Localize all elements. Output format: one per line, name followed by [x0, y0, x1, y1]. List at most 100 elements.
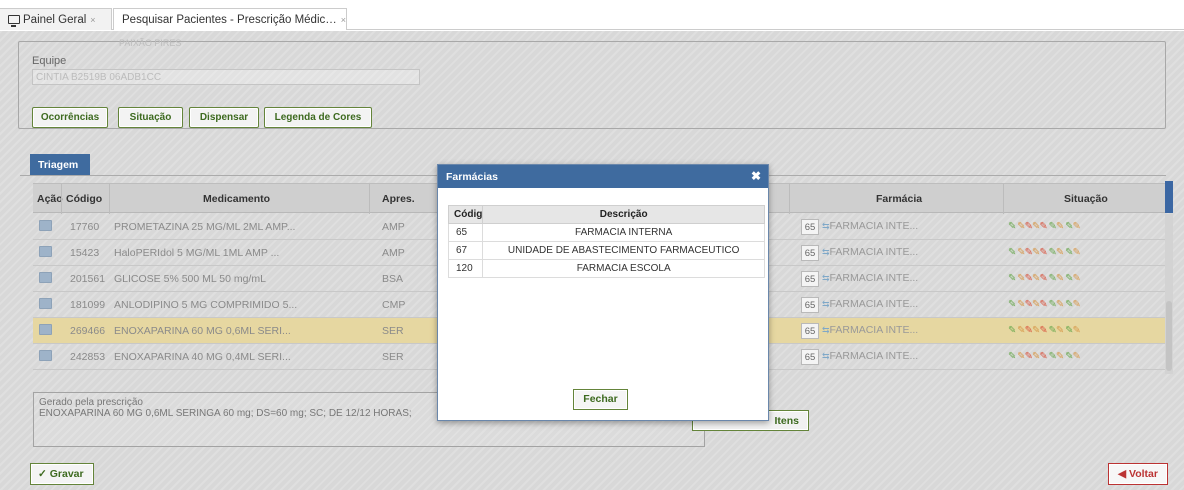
farmacia-name-text: FARMACIA INTE...: [829, 272, 919, 284]
situacao-icons[interactable]: ✎ ✎✎✎✎ ✎✎ ✎✎: [1008, 221, 1081, 232]
header-situacao: Situação: [1064, 193, 1108, 205]
pharmacy-icon: ⇆: [822, 247, 830, 257]
header-farmacia: Farmácia: [876, 193, 923, 205]
cell-descricao: FARMACIA INTERNA: [482, 223, 765, 242]
situacao-button[interactable]: Situação: [118, 107, 183, 128]
grid-scrollbar-header[interactable]: [1165, 181, 1173, 213]
ocorrencias-button[interactable]: Ocorrências: [32, 107, 108, 128]
gravar-label: Gravar: [49, 468, 84, 480]
voltar-button[interactable]: ◀ Voltar: [1108, 463, 1168, 485]
cell-codigo: 67: [447, 241, 484, 260]
cell-descricao: UNIDADE DE ABASTECIMENTO FARMACEUTICO: [482, 241, 765, 260]
row-action-icon[interactable]: [39, 220, 52, 231]
dialog-header: Farmácias ✖: [438, 165, 768, 188]
dialog-title: Farmácias: [446, 171, 498, 183]
pharmacy-icon: ⇆: [822, 299, 830, 309]
farmacia-code[interactable]: 65: [801, 323, 819, 339]
cell-medicamento: GLICOSE 5% 500 ML 50 mg/mL: [114, 273, 266, 285]
farmacia-name: ⇆FARMACIA INTE...: [822, 272, 918, 284]
voltar-label: Voltar: [1129, 468, 1158, 480]
legenda-cores-button[interactable]: Legenda de Cores: [264, 107, 372, 128]
situacao-icons[interactable]: ✎ ✎✎✎✎ ✎✎ ✎✎: [1008, 299, 1081, 310]
table-row[interactable]: 67 UNIDADE DE ABASTECIMENTO FARMACEUTICO: [447, 241, 765, 260]
cell-codigo: 120: [447, 259, 484, 278]
pharmacy-icon: ⇆: [822, 221, 830, 231]
header-apres: Apres.: [382, 193, 415, 205]
header-codigo: Código: [66, 193, 103, 205]
close-icon[interactable]: ×: [341, 15, 346, 25]
tab-label: Pesquisar Pacientes - Prescrição Médic…: [122, 14, 337, 26]
cell-medicamento: HaloPERIdol 5 MG/ML 1ML AMP ...: [114, 247, 280, 259]
farmacia-code[interactable]: 65: [801, 349, 819, 365]
row-action-icon[interactable]: [39, 298, 52, 309]
farmacia-name-text: FARMACIA INTE...: [829, 298, 919, 310]
header-acao: Ação: [37, 193, 63, 205]
cell-apres: SER: [382, 325, 404, 337]
farmacia-name-text: FARMACIA INTE...: [829, 350, 919, 362]
row-action-icon[interactable]: [39, 350, 52, 361]
farmacia-name-text: FARMACIA INTE...: [829, 246, 919, 258]
back-arrow-icon: ◀: [1118, 468, 1127, 480]
cell-medicamento: ENOXAPARINA 60 MG 0,6ML SERI...: [114, 325, 291, 337]
cell-codigo: 15423: [70, 247, 100, 259]
cell-codigo: 181099: [70, 299, 106, 311]
farmacia-name: ⇆FARMACIA INTE...: [822, 246, 918, 258]
farmacia-name-text: FARMACIA INTE...: [829, 220, 919, 232]
situacao-icons[interactable]: ✎ ✎✎✎✎ ✎✎ ✎✎: [1008, 273, 1081, 284]
farmacia-name: ⇆FARMACIA INTE...: [822, 220, 918, 232]
pharmacy-icon: ⇆: [822, 273, 830, 283]
cell-apres: CMP: [382, 299, 406, 311]
farmacia-name-text: FARMACIA INTE...: [829, 324, 919, 336]
situacao-icons[interactable]: ✎ ✎✎✎✎ ✎✎ ✎✎: [1008, 247, 1081, 258]
cell-descricao: FARMACIA ESCOLA: [482, 259, 765, 278]
cell-apres: AMP: [382, 221, 405, 233]
header-medicamento: Medicamento: [203, 193, 271, 205]
header-separator: [369, 184, 370, 214]
situacao-icons[interactable]: ✎ ✎✎✎✎ ✎✎ ✎✎: [1008, 351, 1081, 362]
farmacias-table: Códig Descrição 65 FARMACIA INTERNA 67 U…: [447, 205, 765, 278]
fechar-button[interactable]: Fechar: [573, 389, 628, 410]
row-action-icon[interactable]: [39, 324, 52, 335]
cell-apres: BSA: [382, 273, 404, 285]
farmacias-dialog: Farmácias ✖ Códig Descrição 65 FARMACIA …: [437, 164, 769, 421]
monitor-icon: [8, 15, 20, 27]
cell-codigo: 201561: [70, 273, 106, 285]
col-codigo: Códig: [447, 205, 484, 224]
cell-codigo: 242853: [70, 351, 106, 363]
table-row[interactable]: 65 FARMACIA INTERNA: [447, 223, 765, 242]
cell-codigo: 17760: [70, 221, 100, 233]
grid-scrollbar-thumb[interactable]: [1166, 301, 1172, 371]
pharmacy-icon: ⇆: [822, 351, 830, 361]
equipe-label: Equipe: [32, 55, 67, 67]
dispensar-button[interactable]: Dispensar: [189, 107, 259, 128]
cell-apres: SER: [382, 351, 404, 363]
row-action-icon[interactable]: [39, 246, 52, 257]
cell-apres: AMP: [382, 247, 405, 259]
tab-pesquisar-pacientes[interactable]: Pesquisar Pacientes - Prescrição Médic… ×: [113, 8, 347, 30]
col-descricao: Descrição: [482, 205, 765, 224]
patient-name-ghost: PAIXÃO PIRES: [119, 38, 182, 48]
header-separator: [109, 184, 110, 214]
row-action-icon[interactable]: [39, 272, 52, 283]
farmacia-code[interactable]: 65: [801, 245, 819, 261]
pharmacy-icon: ⇆: [822, 325, 830, 335]
farmacia-code[interactable]: 65: [801, 297, 819, 313]
situacao-icons[interactable]: ✎ ✎✎✎✎ ✎✎ ✎✎: [1008, 325, 1081, 336]
header-separator: [1003, 184, 1004, 214]
cell-medicamento: ANLODIPINO 5 MG COMPRIMIDO 5...: [114, 299, 298, 311]
close-icon[interactable]: ×: [90, 15, 95, 25]
tab-triagem[interactable]: Triagem: [30, 154, 90, 175]
equipe-field[interactable]: CINTIA B2519B 06ADB1CC: [32, 69, 420, 85]
cell-medicamento: ENOXAPARINA 40 MG 0,4ML SERI...: [114, 351, 291, 363]
table-row[interactable]: 120 FARMACIA ESCOLA: [447, 259, 765, 278]
close-icon[interactable]: ✖: [751, 169, 761, 183]
header-separator: [61, 184, 62, 214]
farmacia-code[interactable]: 65: [801, 219, 819, 235]
gravar-button[interactable]: ✓ Gravar: [30, 463, 94, 485]
cell-codigo: 65: [447, 223, 484, 242]
cell-codigo: 269466: [70, 325, 106, 337]
farmacia-code[interactable]: 65: [801, 271, 819, 287]
check-icon: ✓: [38, 468, 47, 480]
tab-painel-geral[interactable]: Painel Geral ×: [0, 8, 112, 30]
farmacia-name: ⇆FARMACIA INTE...: [822, 350, 918, 362]
